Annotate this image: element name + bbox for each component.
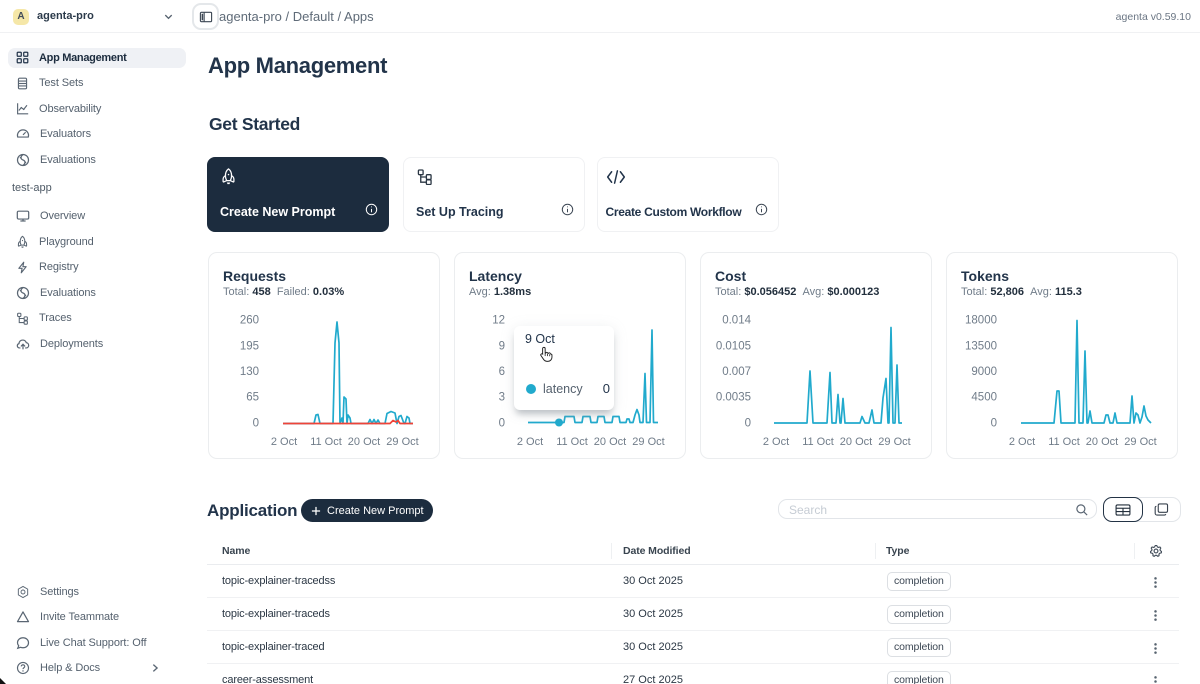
svg-text:29 Oct: 29 Oct [1124,436,1156,448]
svg-text:29 Oct: 29 Oct [878,436,910,448]
svg-text:2 Oct: 2 Oct [271,436,297,448]
svg-text:11 Oct: 11 Oct [310,436,342,448]
svg-text:0: 0 [253,417,259,429]
svg-text:6: 6 [499,366,505,378]
svg-text:11 Oct: 11 Oct [802,436,834,448]
svg-text:13500: 13500 [965,341,997,353]
svg-text:11 Oct: 11 Oct [556,436,588,448]
svg-text:0.0105: 0.0105 [716,341,751,353]
svg-text:9: 9 [499,341,505,353]
svg-text:0.014: 0.014 [722,315,751,327]
svg-text:0: 0 [499,417,505,429]
svg-text:20 Oct: 20 Oct [1086,436,1118,448]
svg-text:65: 65 [246,392,259,404]
svg-text:195: 195 [240,341,259,353]
svg-text:20 Oct: 20 Oct [348,436,380,448]
svg-text:3: 3 [499,392,505,404]
svg-text:130: 130 [240,366,259,378]
svg-text:4500: 4500 [971,392,997,404]
svg-text:2 Oct: 2 Oct [763,436,789,448]
svg-text:18000: 18000 [965,315,997,327]
svg-text:0.007: 0.007 [722,366,751,378]
svg-text:260: 260 [240,315,259,327]
svg-text:20 Oct: 20 Oct [840,436,872,448]
svg-text:11 Oct: 11 Oct [1048,436,1080,448]
svg-text:2 Oct: 2 Oct [1009,436,1035,448]
svg-text:0: 0 [991,417,997,429]
svg-text:20 Oct: 20 Oct [594,436,626,448]
svg-text:9000: 9000 [971,366,997,378]
svg-text:0.0035: 0.0035 [716,392,751,404]
svg-text:2 Oct: 2 Oct [517,436,543,448]
svg-text:0: 0 [745,417,751,429]
svg-text:29 Oct: 29 Oct [632,436,664,448]
svg-text:12: 12 [492,315,505,327]
svg-text:29 Oct: 29 Oct [386,436,418,448]
